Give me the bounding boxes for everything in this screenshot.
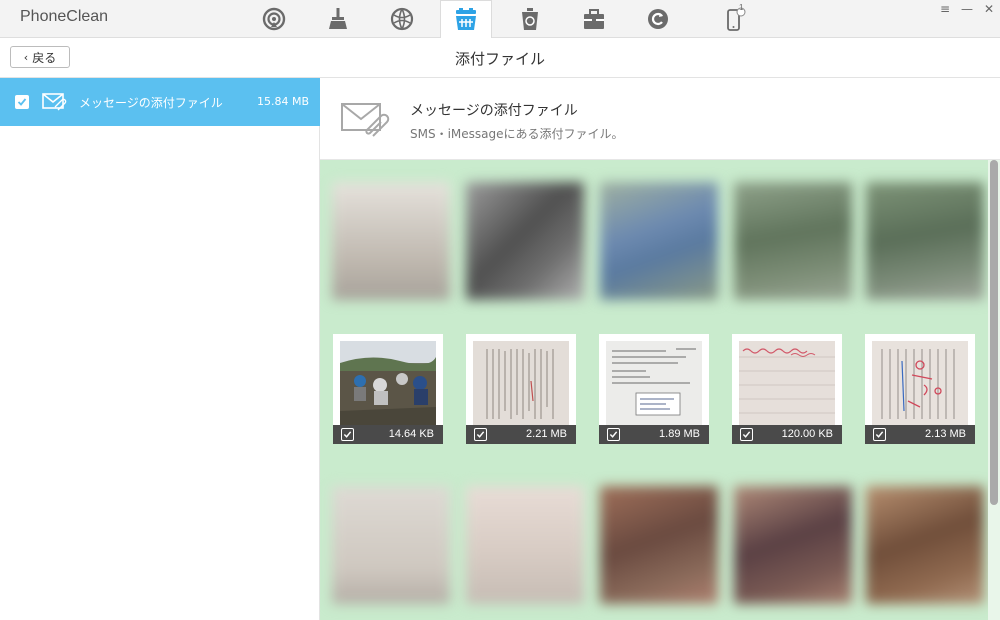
toolbox-icon[interactable] bbox=[568, 0, 620, 38]
thumbnail-info-bar: 14.64 KB bbox=[333, 425, 443, 444]
internet-globe-icon[interactable] bbox=[376, 0, 428, 38]
thumbnail-info-bar: 1.89 MB bbox=[599, 425, 709, 444]
scrollbar-thumb[interactable] bbox=[990, 160, 998, 505]
sidebar: メッセージの添付ファイル 15.84 MB bbox=[0, 78, 320, 620]
category-description: SMS・iMessageにある添付ファイル。 bbox=[410, 127, 624, 141]
minimize-icon[interactable]: — bbox=[958, 2, 976, 16]
blurred-thumbnail-row bbox=[320, 182, 988, 312]
blurred-thumbnail bbox=[332, 182, 450, 300]
file-size: 1.89 MB bbox=[659, 428, 700, 440]
attachment-thumbnail[interactable]: 1.89 MB bbox=[599, 334, 709, 444]
attachment-thumbnail[interactable]: 14.64 KB bbox=[333, 334, 443, 444]
category-header: メッセージの添付ファイル SMS・iMessageにある添付ファイル。 bbox=[320, 78, 1000, 160]
checkbox-checked-icon[interactable] bbox=[15, 95, 29, 109]
file-size: 2.13 MB bbox=[925, 428, 966, 440]
file-size: 120.00 KB bbox=[781, 428, 833, 440]
file-size: 2.21 MB bbox=[526, 428, 567, 440]
iphone-icon[interactable]: 1 bbox=[708, 0, 760, 38]
attachment-thumbnail[interactable]: 2.13 MB bbox=[865, 334, 975, 444]
blurred-thumbnail bbox=[466, 486, 584, 604]
checkbox-checked-icon[interactable] bbox=[740, 428, 753, 441]
form-image bbox=[606, 341, 702, 425]
marked-document-image bbox=[872, 341, 968, 425]
restore-icon[interactable] bbox=[632, 0, 684, 38]
page-title: 添付ファイル bbox=[454, 50, 545, 68]
field-photo-image bbox=[340, 341, 436, 425]
navigation-bar: ‹ 戻る 添付ファイル bbox=[0, 38, 1000, 78]
sidebar-item-size: 15.84 MB bbox=[256, 95, 309, 108]
blurred-thumbnail bbox=[600, 486, 718, 604]
device-count-badge: 1 bbox=[739, 3, 744, 12]
blurred-thumbnail bbox=[734, 486, 852, 604]
file-size: 14.64 KB bbox=[388, 428, 434, 440]
document-image bbox=[473, 341, 569, 425]
recycle-bin-icon[interactable] bbox=[504, 0, 556, 38]
blurred-thumbnail bbox=[866, 486, 984, 604]
checkbox-checked-icon[interactable] bbox=[607, 428, 620, 441]
mail-attachment-icon bbox=[340, 100, 392, 140]
checkbox-checked-icon[interactable] bbox=[474, 428, 487, 441]
sidebar-item-message-attachments[interactable]: メッセージの添付ファイル 15.84 MB bbox=[0, 78, 320, 126]
handwritten-note-image bbox=[739, 341, 835, 425]
blurred-thumbnail bbox=[734, 182, 852, 300]
title-bar: PhoneClean 1 ≡ — ✕ bbox=[0, 0, 1000, 39]
sidebar-item-label: メッセージの添付ファイル bbox=[79, 96, 223, 110]
blurred-thumbnail bbox=[866, 182, 984, 300]
app-name: PhoneClean bbox=[20, 8, 109, 25]
attachments-basket-icon[interactable] bbox=[440, 0, 492, 39]
thumbnail-info-bar: 2.21 MB bbox=[466, 425, 576, 444]
mail-attachment-icon bbox=[42, 92, 68, 112]
blurred-thumbnail bbox=[332, 486, 450, 604]
attachment-thumbnail[interactable]: 120.00 KB bbox=[732, 334, 842, 444]
checkbox-checked-icon[interactable] bbox=[873, 428, 886, 441]
clean-broom-icon[interactable] bbox=[312, 0, 364, 38]
close-icon[interactable]: ✕ bbox=[980, 2, 998, 16]
attachment-grid[interactable]: 14.64 KB 2.21 MB 1.89 MB 120.00 KB 2.13 … bbox=[320, 160, 988, 620]
category-title: メッセージの添付ファイル bbox=[410, 103, 578, 119]
attachment-thumbnail[interactable]: 2.21 MB bbox=[466, 334, 576, 444]
thumbnail-info-bar: 2.13 MB bbox=[865, 425, 975, 444]
thumbnail-info-bar: 120.00 KB bbox=[732, 425, 842, 444]
blurred-thumbnail-row bbox=[320, 486, 988, 616]
main-panel: メッセージの添付ファイル SMS・iMessageにある添付ファイル。 14.6… bbox=[320, 78, 1000, 620]
blurred-thumbnail bbox=[466, 182, 584, 300]
vertical-scrollbar[interactable] bbox=[988, 160, 1000, 620]
blurred-thumbnail bbox=[600, 182, 718, 300]
menu-icon[interactable]: ≡ bbox=[936, 2, 954, 16]
checkbox-checked-icon[interactable] bbox=[341, 428, 354, 441]
airplay-icon[interactable] bbox=[248, 0, 300, 38]
